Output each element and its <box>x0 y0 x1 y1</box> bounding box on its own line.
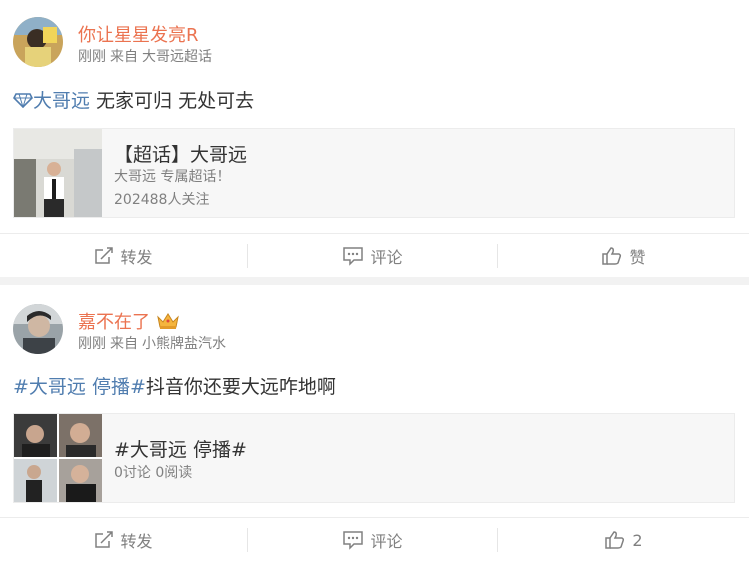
comment-label: 评论 <box>370 532 403 551</box>
post-text: 无家可归 无处可去 <box>90 90 255 112</box>
like-count: 2 <box>632 530 643 550</box>
action-bar: 转发 评论 2 <box>0 517 749 562</box>
thumbs-up-icon <box>605 531 625 549</box>
supertopic-link[interactable]: 大哥远 <box>13 90 90 112</box>
repost-button[interactable]: 转发 <box>0 234 247 278</box>
comment-button[interactable]: 评论 <box>248 234 497 278</box>
hashtag-link[interactable]: #大哥远 停播# <box>13 376 146 398</box>
like-button[interactable]: 2 <box>498 518 749 562</box>
post-source[interactable]: 大哥远超话 <box>142 49 212 65</box>
supertopic-link-label: 大哥远 <box>33 90 91 112</box>
repost-label: 转发 <box>120 248 153 267</box>
repost-button[interactable]: 转发 <box>0 518 247 562</box>
source-prefix: 来自 <box>110 49 138 65</box>
card-title: #大哥远 停播# <box>114 439 247 461</box>
user-name[interactable]: 嘉不在了 <box>78 312 150 333</box>
card-stats: 0讨论 0阅读 <box>114 465 193 481</box>
post-text: 抖音你还要大远咋地啊 <box>145 376 336 398</box>
like-button[interactable]: 赞 <box>498 234 749 278</box>
post-content: #大哥远 停播#抖音你还要大远咋地啊 <box>13 372 336 399</box>
avatar[interactable] <box>13 304 63 354</box>
topic-card[interactable]: #大哥远 停播# 0讨论 0阅读 <box>13 413 735 503</box>
action-bar: 转发 评论 赞 <box>0 233 749 278</box>
post-time: 刚刚 <box>78 336 106 352</box>
card-thumbnail <box>14 129 102 217</box>
post-content: 大哥远 无家可归 无处可去 <box>13 86 254 113</box>
card-subtitle: 大哥远 专属超话！ <box>114 169 231 185</box>
post-time: 刚刚 <box>78 49 106 65</box>
comment-label: 评论 <box>370 248 403 267</box>
user-name-row: 嘉不在了 <box>78 308 180 334</box>
comment-icon <box>343 247 364 266</box>
feed-post: 嘉不在了 刚刚 来自 小熊牌盐汽水 #大哥远 停播#抖音你还要大远咋地啊 #大哥… <box>0 285 749 563</box>
repost-label: 转发 <box>120 532 153 551</box>
card-title: 【超话】大哥远 <box>114 144 248 166</box>
supertopic-card[interactable]: 【超话】大哥远 大哥远 专属超话！ 202488人关注 <box>13 128 735 218</box>
card-followers: 202488人关注 <box>114 192 210 208</box>
diamond-icon <box>13 93 33 109</box>
user-name[interactable]: 你让星星发亮R <box>78 21 199 47</box>
avatar[interactable] <box>13 17 63 67</box>
comment-button[interactable]: 评论 <box>248 518 497 562</box>
source-prefix: 来自 <box>110 336 138 352</box>
repost-icon <box>95 247 114 264</box>
post-meta: 刚刚 来自 大哥远超话 <box>78 46 216 66</box>
card-thumbnail <box>14 414 102 502</box>
crown-icon <box>156 313 179 329</box>
feed-post: 你让星星发亮R 刚刚 来自 大哥远超话 大哥远 无家可归 无处可去 【超话】大哥远 … <box>0 0 749 277</box>
repost-icon <box>95 531 114 548</box>
thumbs-up-icon <box>602 247 622 265</box>
comment-icon <box>343 531 364 550</box>
post-meta: 刚刚 来自 小熊牌盐汽水 <box>78 333 230 353</box>
post-source[interactable]: 小熊牌盐汽水 <box>142 336 226 352</box>
like-label: 赞 <box>629 248 646 267</box>
